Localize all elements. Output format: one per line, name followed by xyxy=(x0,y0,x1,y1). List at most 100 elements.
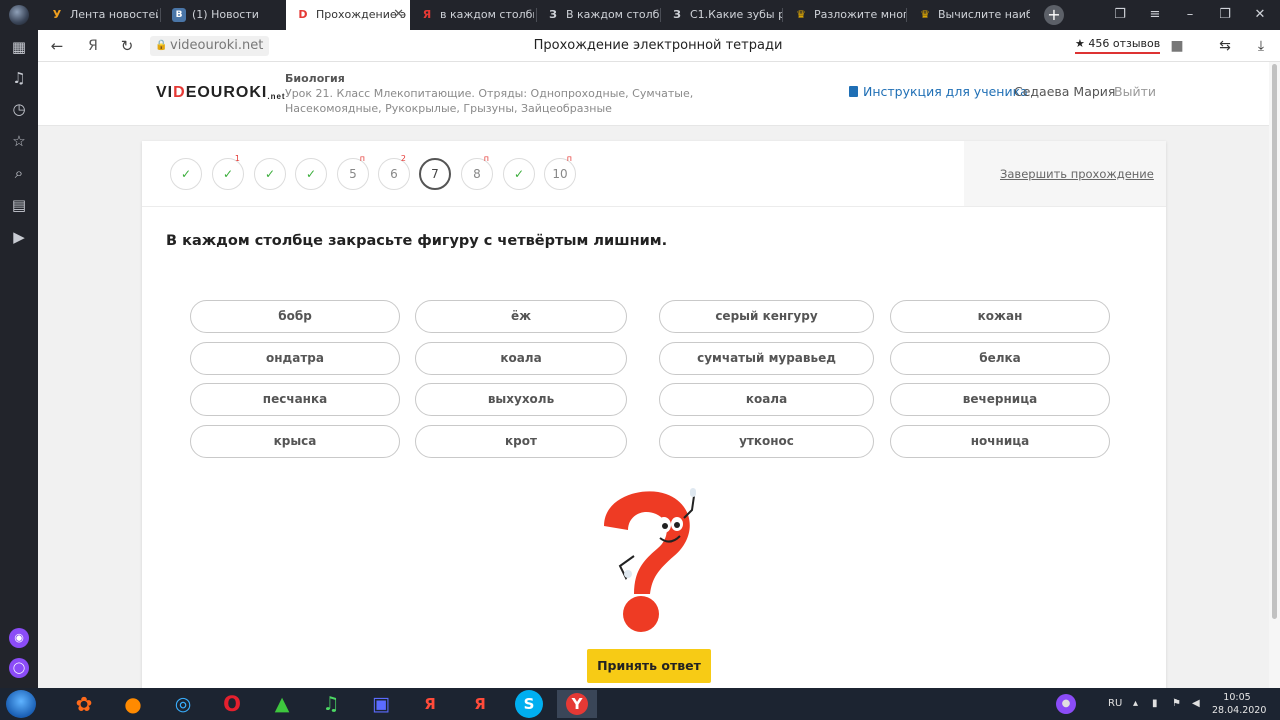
start-button-icon[interactable] xyxy=(6,690,36,718)
translate-icon[interactable]: ⇆ xyxy=(1214,35,1236,57)
restore-icon[interactable]: ❐ xyxy=(1208,0,1242,30)
option-col3-row1[interactable]: серый кенгуру xyxy=(659,300,874,333)
browser-tab-bar: У Лента новостей В (1) Новости D Прохожд… xyxy=(0,0,1280,30)
save-disk-icon[interactable]: ▣ xyxy=(361,690,401,718)
step-2[interactable]: ✓ 1 xyxy=(212,154,244,190)
step-1[interactable]: ✓ xyxy=(170,158,202,190)
option-col1-row1[interactable]: бобр xyxy=(190,300,400,333)
clock-time: 10:05 xyxy=(1223,692,1251,703)
vk-icon: В xyxy=(172,8,186,22)
videouroki-logo[interactable]: VIDEOUROKI.net xyxy=(156,84,286,102)
tab-2[interactable]: В (1) Новости xyxy=(162,0,282,30)
opera-icon[interactable]: O xyxy=(212,690,252,718)
yandex-app-icon[interactable]: Я xyxy=(410,690,450,718)
url-field[interactable]: 🔒 videouroki.net xyxy=(150,36,270,56)
notes-icon[interactable]: ▤ xyxy=(8,194,30,216)
favorites-star-icon[interactable]: ☆ xyxy=(8,130,30,152)
tab-7[interactable]: ♛ Разложите многоч xyxy=(784,0,906,30)
music-app-icon[interactable]: ♫ xyxy=(311,690,351,718)
services-grid-icon[interactable]: ▦ xyxy=(8,36,30,58)
tab-title: С1.Какие зубы раз xyxy=(690,8,782,21)
back-arrow-icon[interactable]: ← xyxy=(46,35,68,57)
step-5[interactable]: 5п xyxy=(337,154,369,190)
logout-link[interactable]: Выйти xyxy=(1114,84,1156,99)
option-col4-row4[interactable]: ночница xyxy=(890,425,1110,458)
option-col1-row4[interactable]: крыса xyxy=(190,425,400,458)
option-col1-row3[interactable]: песчанка xyxy=(190,383,400,416)
chrome-style-browser-icon[interactable]: ◎ xyxy=(163,690,203,718)
option-col3-row2[interactable]: сумчатый муравьед xyxy=(659,342,874,375)
reviews-badge[interactable]: ★ 456 отзывов xyxy=(1075,34,1161,54)
task-card: ✓ ✓ 1 ✓ ✓ 5п 62 7 8п ✓ 10 п Завершить прох… xyxy=(142,141,1166,688)
tab-5[interactable]: З В каждом столбце xyxy=(536,0,660,30)
tab-6[interactable]: З С1.Какие зубы раз xyxy=(660,0,782,30)
tab-1[interactable]: У Лента новостей xyxy=(40,0,158,30)
skype-icon[interactable]: S xyxy=(515,690,543,718)
finish-test-link[interactable]: Завершить прохождение xyxy=(1000,167,1154,181)
step-3[interactable]: ✓ xyxy=(254,158,286,190)
bookmark-icon[interactable]: ■ xyxy=(1166,35,1188,57)
tabs-menu-icon[interactable]: ❐ xyxy=(1103,0,1137,30)
alice-assistant-icon[interactable]: ◯ xyxy=(9,658,29,678)
option-col2-row2[interactable]: коала xyxy=(415,342,627,375)
downloads-icon[interactable]: ⤓ xyxy=(1250,35,1272,57)
tab-3-active[interactable]: D Прохождение э ✕ xyxy=(286,0,410,30)
history-clock-icon[interactable]: ◷ xyxy=(8,98,30,120)
tab-title: Разложите многоч xyxy=(814,8,906,21)
volume-icon[interactable]: ◀ xyxy=(1192,688,1200,720)
network-icon[interactable]: ▮ xyxy=(1152,688,1158,720)
language-indicator[interactable]: RU xyxy=(1108,688,1122,720)
tab-8[interactable]: ♛ Вычислите наиболь xyxy=(908,0,1030,30)
step-9[interactable]: ✓ xyxy=(503,158,535,190)
clock[interactable]: 10:05 28.04.2020 xyxy=(1212,691,1266,717)
android-app-icon[interactable]: ▲ xyxy=(262,690,302,718)
microphone-icon[interactable]: ● xyxy=(1056,688,1076,720)
yandex-zen-icon: У xyxy=(52,8,62,21)
option-col2-row1[interactable]: ёж xyxy=(415,300,627,333)
yandex-browser-active-icon[interactable]: Y xyxy=(557,690,597,718)
step-10[interactable]: 10 п xyxy=(544,154,576,190)
firefox-icon[interactable]: ● xyxy=(113,690,153,718)
browser-menu-icon[interactable]: ≡ xyxy=(1138,0,1172,30)
option-col4-row2[interactable]: белка xyxy=(890,342,1110,375)
option-col1-row2[interactable]: ондатра xyxy=(190,342,400,375)
tab-4[interactable]: Я в каждом столбце xyxy=(410,0,534,30)
option-col2-row4[interactable]: крот xyxy=(415,425,627,458)
page-title: Прохождение электронной тетради xyxy=(533,38,783,53)
option-col3-row4[interactable]: утконос xyxy=(659,425,874,458)
yandex-home-icon[interactable]: Я xyxy=(82,35,104,57)
lesson-title: Урок 21. Класс Млекопитающие. Отряды: Од… xyxy=(285,87,694,115)
progress-steps: ✓ ✓ 1 ✓ ✓ 5п 62 7 8п ✓ 10 п Завершить прох… xyxy=(142,141,1166,207)
page-scrollbar[interactable] xyxy=(1269,62,1280,688)
new-tab-button[interactable]: + xyxy=(1044,5,1064,25)
minimize-icon[interactable]: – xyxy=(1173,0,1207,30)
url-text: videouroki.net xyxy=(170,38,264,53)
option-col4-row3[interactable]: вечерница xyxy=(890,383,1110,416)
close-tab-icon[interactable]: ✕ xyxy=(393,0,404,30)
search-collections-icon[interactable]: ⌕ xyxy=(8,162,30,184)
step-6[interactable]: 62 xyxy=(378,154,410,190)
step-8[interactable]: 8п xyxy=(461,154,493,190)
option-col3-row3[interactable]: коала xyxy=(659,383,874,416)
browser-logo-icon[interactable] xyxy=(9,5,29,25)
step-7-current[interactable]: 7 xyxy=(419,158,451,190)
option-col4-row1[interactable]: кожан xyxy=(890,300,1110,333)
znanija-icon: З xyxy=(673,8,681,21)
instruction-link[interactable]: Инструкция для ученика xyxy=(849,84,1028,99)
browser-sidebar: ▦ ♫ ◷ ☆ ⌕ ▤ ▶ ◉ ◯ xyxy=(0,30,38,688)
scrollbar-thumb[interactable] xyxy=(1272,64,1277,619)
reload-icon[interactable]: ↻ xyxy=(116,35,138,57)
notifications-bell-icon[interactable]: ♫ xyxy=(8,67,30,89)
yandex-app-icon-2[interactable]: Я xyxy=(460,690,500,718)
question-mark-mascot-icon xyxy=(604,488,696,632)
close-window-icon[interactable]: ✕ xyxy=(1243,0,1277,30)
flag-icon[interactable]: ⚑ xyxy=(1172,688,1181,720)
accept-answer-button[interactable]: Принять ответ xyxy=(587,649,711,683)
step-4[interactable]: ✓ xyxy=(295,158,327,190)
alice-voice-icon[interactable]: ◉ xyxy=(9,628,29,648)
video-play-icon[interactable]: ▶ xyxy=(8,226,30,248)
option-col2-row3[interactable]: выхухоль xyxy=(415,383,627,416)
tray-expand-icon[interactable]: ▴ xyxy=(1133,688,1138,720)
media-player-icon[interactable]: ✿ xyxy=(64,690,104,718)
user-name[interactable]: Седаева Мария xyxy=(1014,84,1115,99)
